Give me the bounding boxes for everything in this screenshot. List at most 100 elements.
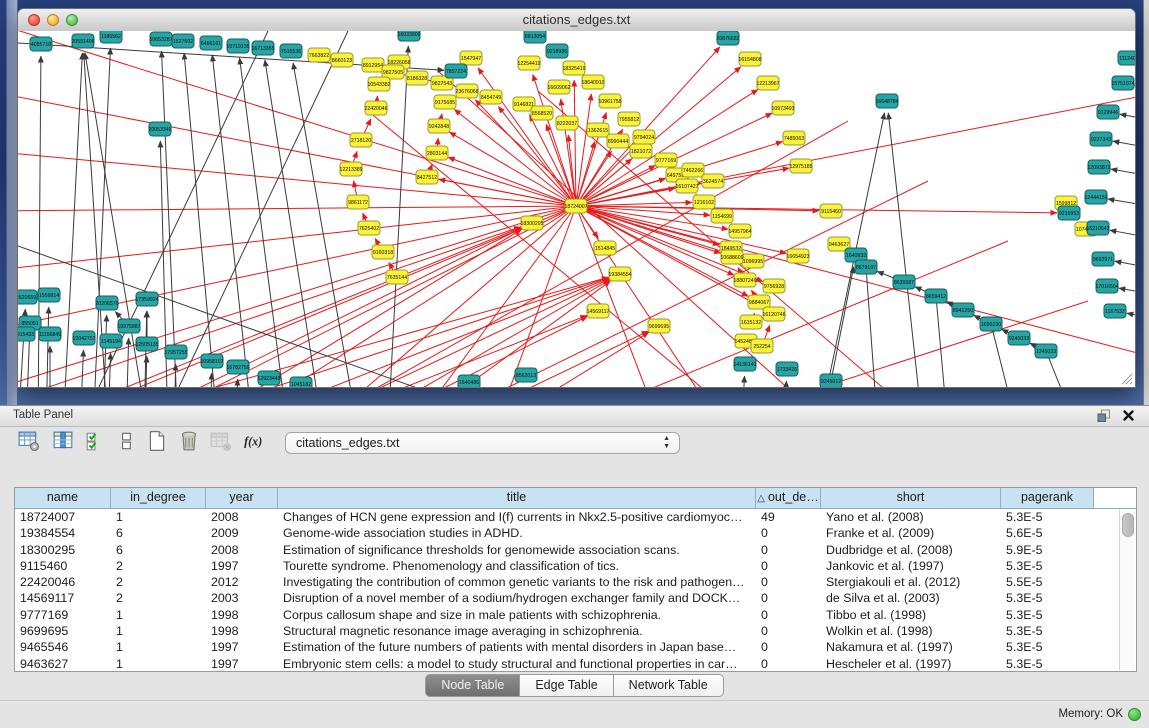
network-node[interactable]: 2803144 [426, 146, 448, 160]
network-node[interactable]: 9245012 [820, 374, 842, 387]
table-row[interactable]: 977716911998Corpus callosum shape and si… [15, 607, 1136, 623]
table-scrollbar-thumb[interactable] [1122, 513, 1134, 537]
column-header-indegree[interactable]: in_degree [111, 488, 206, 508]
network-node[interactable]: 11156849 [39, 327, 61, 341]
network-node[interactable]: 1362615 [587, 123, 609, 137]
select-columns-button[interactable] [83, 428, 109, 456]
network-node[interactable]: 8912954 [362, 58, 384, 72]
show-columns-button[interactable] [50, 428, 76, 456]
import-table-button[interactable] [208, 428, 234, 456]
network-node[interactable]: 18724007 [564, 199, 587, 213]
network-node[interactable]: 7857224 [445, 64, 467, 78]
network-node[interactable]: 20876682 [716, 31, 739, 45]
network-edge[interactable] [88, 228, 521, 387]
network-node[interactable]: 1821072 [630, 144, 652, 158]
network-node[interactable]: 8813054 [524, 31, 546, 43]
network-node[interactable]: 14136141 [733, 357, 756, 371]
network-node[interactable]: 16654923 [786, 249, 809, 263]
network-node[interactable]: 9175685 [434, 95, 456, 109]
network-node[interactable]: 17359924 [135, 292, 158, 306]
network-node[interactable]: 7663822 [308, 48, 330, 62]
table-settings-button[interactable] [16, 428, 42, 456]
network-node[interactable]: 20206576 [95, 296, 118, 310]
network-node[interactable]: 1145194 [100, 334, 122, 348]
network-node[interactable]: 10543382 [367, 77, 390, 91]
network-node[interactable]: 10958107 [200, 354, 223, 368]
table-scrollbar[interactable] [1119, 509, 1135, 670]
network-node[interactable]: 19384554 [608, 267, 631, 281]
new-document-button[interactable] [144, 428, 170, 456]
network-edge[interactable] [1127, 313, 1135, 321]
network-node[interactable]: 9756928 [763, 279, 785, 293]
network-node[interactable]: 10961758 [598, 94, 621, 108]
network-node[interactable]: 16210643 [1086, 221, 1109, 235]
network-node[interactable]: 7625402 [358, 221, 380, 235]
network-node[interactable]: 9218986 [546, 44, 568, 58]
network-edge[interactable] [18, 206, 576, 331]
network-node[interactable]: 12975185 [789, 159, 812, 173]
network-node[interactable]: 12093872 [1087, 160, 1110, 174]
network-edge[interactable] [18, 206, 576, 211]
table-row[interactable]: 946362711997Embryonic stem cells: a mode… [15, 656, 1136, 672]
network-node[interactable]: 1112408 [1118, 51, 1135, 65]
network-node[interactable]: 6466161 [200, 36, 222, 50]
column-header-short[interactable]: short [821, 488, 1001, 508]
canvas-resize-grip[interactable] [1121, 373, 1133, 385]
network-node[interactable]: 9242848 [428, 119, 450, 133]
network-node[interactable]: 1527602 [172, 34, 194, 48]
network-node[interactable]: 12213389 [339, 162, 362, 176]
network-node[interactable]: 14569117 [587, 304, 610, 318]
network-edge[interactable] [184, 53, 218, 387]
network-node[interactable]: 8222037 [556, 116, 578, 130]
network-canvas[interactable]: 1872400786601238912954182260589827505818… [18, 31, 1135, 387]
table-row[interactable]: 911546021997Tourette syndrome. Phenomeno… [15, 558, 1136, 574]
network-node[interactable]: 16648784 [875, 94, 898, 108]
network-node[interactable]: 7515536 [280, 44, 302, 58]
network-node[interactable]: 1154699 [711, 209, 733, 223]
network-edge[interactable] [18, 91, 576, 206]
network-node[interactable]: 16120746 [762, 307, 785, 321]
network-edge[interactable] [162, 51, 178, 387]
column-header-name[interactable]: name [15, 488, 111, 508]
network-node[interactable]: 9160318 [372, 245, 394, 259]
network-node[interactable]: 1186562 [100, 31, 122, 43]
network-node[interactable]: 9794024 [633, 130, 655, 144]
network-node[interactable]: 12923448 [257, 371, 280, 385]
network-node[interactable]: 15751074 [1111, 76, 1134, 90]
network-node[interactable]: 7955812 [618, 112, 640, 126]
network-edge[interactable] [108, 353, 111, 387]
network-node[interactable]: 12444159 [1084, 190, 1107, 204]
network-edge[interactable] [576, 206, 1135, 361]
tab-node-table[interactable]: Node Table [425, 674, 520, 697]
network-node[interactable]: 20053346 [148, 122, 171, 136]
network-node[interactable]: 1216102 [693, 195, 715, 209]
network-node[interactable]: 1045182 [290, 377, 312, 387]
network-node[interactable]: 9692971 [1092, 252, 1114, 266]
network-edge[interactable] [210, 373, 212, 387]
network-edge[interactable] [1119, 288, 1135, 297]
network-edge[interactable] [293, 63, 358, 387]
row-height-button[interactable] [114, 428, 140, 456]
network-edge[interactable] [831, 267, 854, 381]
network-edge[interactable] [1108, 199, 1135, 209]
network-node[interactable]: 1696230 [980, 317, 1002, 331]
network-node[interactable]: 3624574 [702, 174, 724, 188]
network-node[interactable]: 16154808 [738, 52, 761, 66]
network-node[interactable]: 9115460 [820, 204, 842, 218]
network-edge[interactable] [1110, 230, 1135, 241]
network-node[interactable]: 16782759 [226, 360, 249, 374]
column-header-title[interactable]: title [278, 488, 756, 508]
column-header-outde[interactable]: △out_de… [756, 488, 821, 508]
network-edge[interactable] [236, 379, 238, 387]
network-node[interactable]: 10653287 [149, 32, 172, 46]
network-node[interactable]: 1615132 [740, 315, 762, 329]
network-node[interactable]: 8941250 [952, 303, 974, 317]
network-node[interactable]: 8659412 [925, 289, 947, 303]
network-node[interactable]: 1245033 [1035, 344, 1057, 358]
network-node[interactable]: 9861172 [347, 195, 369, 209]
network-node[interactable]: 16609062 [547, 80, 570, 94]
network-node[interactable]: 2718120 [350, 133, 372, 147]
network-node[interactable]: 8568520 [531, 106, 553, 120]
network-node[interactable]: 12254419 [517, 56, 540, 70]
table-row[interactable]: 1456911722003Disruption of a novel membe… [15, 590, 1136, 606]
